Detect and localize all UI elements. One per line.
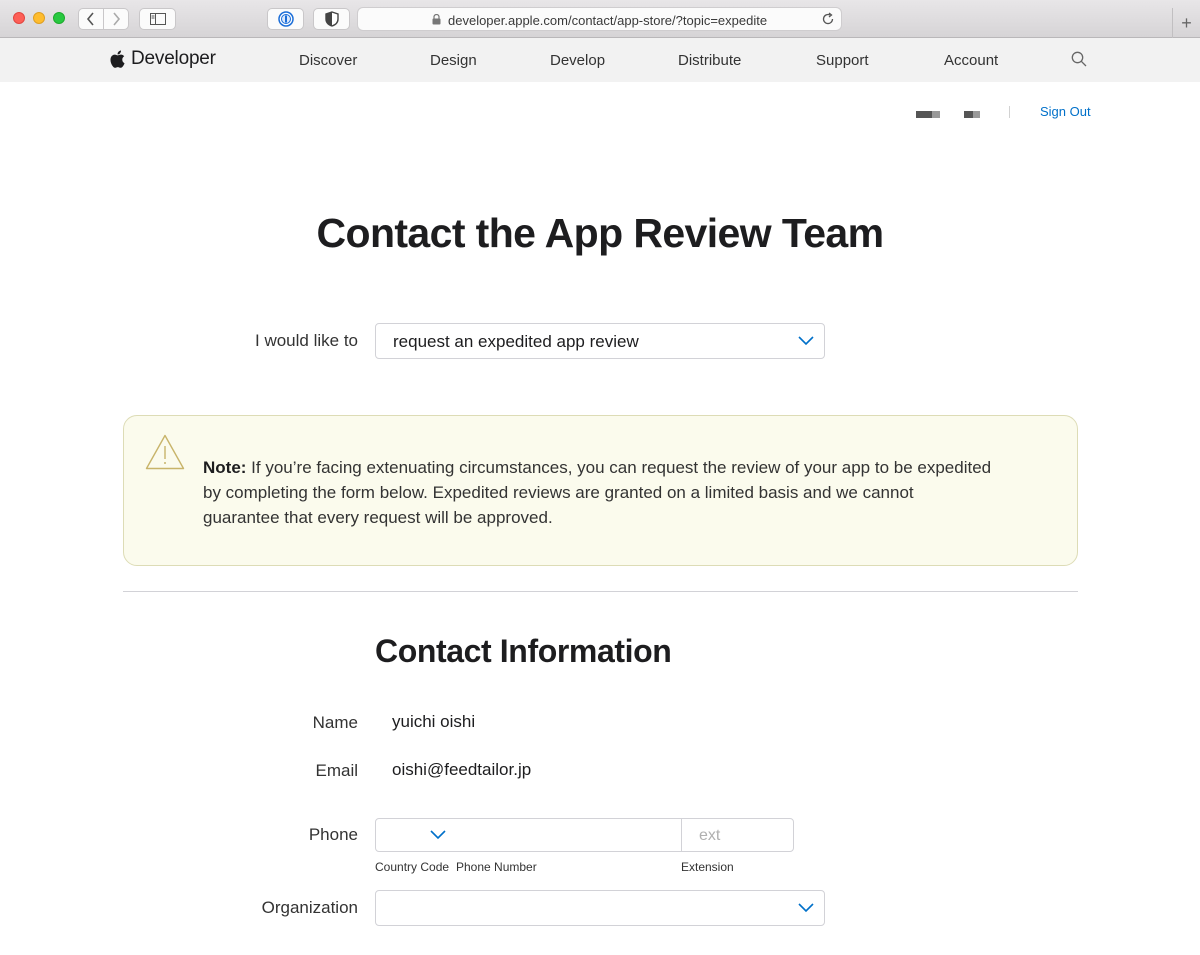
note-label: Note: (203, 458, 247, 477)
nav-item-support[interactable]: Support (816, 52, 869, 69)
url-text: developer.apple.com/contact/app-store/?t… (448, 13, 768, 28)
team-name-redacted-part (973, 111, 980, 118)
request-type-label: I would like to (255, 331, 358, 350)
nav-item-develop[interactable]: Develop (550, 52, 605, 69)
page-title: Contact the App Review Team (316, 210, 884, 256)
forward-button[interactable] (103, 8, 129, 30)
nav-item-design[interactable]: Design (430, 52, 477, 69)
phone-label: Phone (308, 825, 358, 844)
developer-logo[interactable]: Developer (110, 48, 216, 70)
team-name-redacted (964, 111, 973, 118)
browser-toolbar: developer.apple.com/contact/app-store/?t… (0, 0, 1200, 38)
chevron-right-icon (113, 12, 121, 26)
apple-logo-icon (110, 50, 125, 68)
country-code-select[interactable] (376, 819, 456, 851)
close-window-button[interactable] (13, 12, 25, 24)
lock-icon (432, 14, 441, 25)
password-manager-extension-button[interactable] (267, 8, 304, 30)
nav-item-distribute[interactable]: Distribute (678, 52, 741, 69)
reload-icon[interactable] (821, 12, 835, 26)
email-label: Email (315, 761, 358, 780)
name-label: Name (312, 713, 358, 732)
privacy-extension-button[interactable] (313, 8, 350, 30)
new-tab-button[interactable]: + (1172, 8, 1200, 38)
address-bar[interactable]: developer.apple.com/contact/app-store/?t… (357, 7, 842, 31)
nav-item-account[interactable]: Account (944, 52, 998, 69)
request-type-value: request an expedited app review (393, 332, 639, 351)
expedite-note: Note: If you’re facing extenuating circu… (123, 415, 1078, 566)
minimize-window-button[interactable] (33, 12, 45, 24)
phone-field-group: ext (375, 818, 794, 852)
back-button[interactable] (78, 8, 104, 30)
warning-icon (145, 434, 185, 470)
email-value: oishi@feedtailor.jp (392, 760, 532, 779)
search-icon[interactable] (1071, 51, 1087, 67)
logo-text: Developer (131, 48, 216, 69)
sidebar-toggle-button[interactable] (139, 8, 176, 30)
sidebar-icon (149, 13, 166, 25)
organization-label: Organization (261, 898, 358, 917)
note-body: If you’re facing extenuating circumstanc… (203, 458, 992, 527)
user-name-redacted (916, 111, 932, 118)
section-divider (123, 591, 1078, 592)
password-manager-icon (277, 11, 294, 27)
name-value: yuichi oishi (392, 712, 476, 731)
zoom-window-button[interactable] (53, 12, 65, 24)
contact-info-heading: Contact Information (375, 633, 672, 669)
nav-item-discover[interactable]: Discover (299, 52, 357, 69)
sign-out-link[interactable]: Sign Out (1040, 104, 1091, 119)
chevron-down-icon (430, 830, 446, 840)
shield-icon (324, 11, 339, 27)
phone-number-input[interactable] (456, 819, 681, 851)
chevron-down-icon (798, 336, 814, 346)
phone-number-label: Phone Number (456, 860, 537, 874)
organization-select[interactable] (375, 890, 825, 926)
extension-placeholder: ext (699, 827, 721, 844)
site-nav: Developer Discover Design Develop Distri… (0, 38, 1200, 82)
chevron-left-icon (86, 12, 94, 26)
note-text: Note: If you’re facing extenuating circu… (203, 455, 993, 530)
request-type-select[interactable]: request an expedited app review (375, 323, 825, 359)
extension-input[interactable]: ext (681, 819, 793, 851)
chevron-down-icon (798, 903, 814, 913)
user-name-redacted-part (932, 111, 940, 118)
extension-label: Extension (681, 860, 734, 874)
country-code-label: Country Code (375, 860, 450, 874)
user-divider (1009, 106, 1010, 118)
